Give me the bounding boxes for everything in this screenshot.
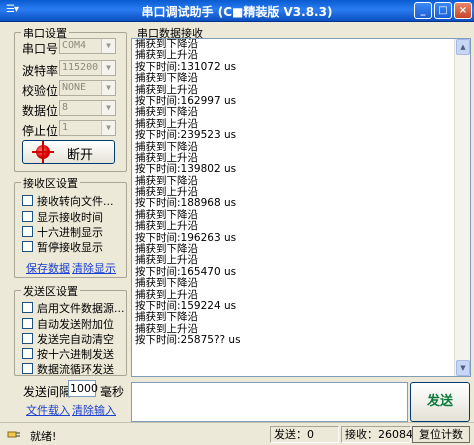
option-label: 自动发送附加位: [37, 318, 114, 331]
checkbox[interactable]: [22, 226, 33, 237]
status-bar: 就绪! 发送：0 接收：26084 复位计数: [0, 422, 474, 445]
vertical-scrollbar[interactable]: ▲ ▼: [454, 39, 470, 376]
receive-line: 捕获到下降沿: [135, 277, 198, 290]
checkbox[interactable]: [22, 241, 33, 252]
databits-value: 8: [62, 102, 69, 113]
receive-text-area[interactable]: 捕获到下降沿 捕获到上升沿 按下时间:131072 us 捕获到下降沿 捕获到上升沿 按下…: [131, 38, 471, 377]
baud-label: 波特率: [22, 64, 59, 78]
stopbits-select[interactable]: 1 ▼: [59, 120, 116, 136]
checkbox[interactable]: [22, 318, 33, 329]
stopbits-label: 停止位: [22, 124, 59, 138]
option-label: 启用文件数据源...: [37, 302, 125, 315]
window-title: 串口调试助手 (C■精装版 V3.8.3): [141, 5, 333, 19]
port-value: COM4: [62, 40, 87, 51]
main-client-area: 串口设置 串口号 COM4 ▼ 波特率 115200 ▼ 校验位 NONE ▼ …: [0, 22, 474, 422]
receive-line: 按下时间:25875?? us: [135, 334, 241, 347]
option-label: 接收转向文件...: [37, 195, 114, 208]
status-plug-icon: [7, 431, 20, 438]
checkbox[interactable]: [22, 348, 33, 359]
baud-value: 115200: [62, 62, 99, 73]
send-button[interactable]: 发送: [410, 382, 470, 422]
clear-display-link[interactable]: 清除显示: [72, 260, 116, 276]
title-bar: ☰▾ 串口调试助手 (C■精装版 V3.8.3) _ □ ×: [0, 0, 474, 22]
checkbox[interactable]: [22, 333, 33, 344]
databits-select[interactable]: 8 ▼: [59, 100, 116, 116]
option-label: 显示接收时间: [37, 211, 103, 224]
databits-label: 数据位: [22, 104, 59, 118]
send-interval-unit: 毫秒: [100, 385, 125, 399]
save-data-link[interactable]: 保存数据: [26, 260, 70, 276]
chevron-down-icon[interactable]: ▼: [101, 39, 115, 53]
option-label: 数据流循环发送: [37, 363, 114, 376]
receive-text-lines: 捕获到下降沿 捕获到上升沿 按下时间:131072 us 捕获到下降沿 捕获到上升沿 按下…: [135, 39, 241, 347]
open-close-port-button[interactable]: 断开: [22, 140, 115, 164]
close-button[interactable]: ×: [454, 2, 472, 19]
receive-line: 按下时间:139802 us: [135, 163, 237, 176]
received-count: 接收：26084: [341, 426, 413, 443]
checkbox[interactable]: [22, 195, 33, 206]
chevron-down-icon[interactable]: ▼: [101, 121, 115, 135]
scroll-up-icon[interactable]: ▲: [456, 39, 470, 55]
sent-count: 发送：0: [270, 426, 339, 443]
send-text-area[interactable]: [131, 382, 408, 422]
checkbox[interactable]: [22, 302, 33, 313]
chevron-down-icon[interactable]: ▼: [101, 81, 115, 95]
chevron-down-icon[interactable]: ▼: [101, 101, 115, 115]
maximize-button[interactable]: □: [434, 2, 452, 19]
receive-settings-title: 接收区设置: [21, 175, 80, 191]
receive-line: 按下时间:239523 us: [135, 129, 237, 142]
stopbits-value: 1: [62, 122, 69, 133]
scroll-down-icon[interactable]: ▼: [456, 360, 470, 376]
receive-line: 捕获到下降沿: [135, 72, 198, 85]
chevron-down-icon[interactable]: ▼: [101, 61, 115, 75]
port-status-led-icon: [32, 145, 54, 159]
parity-select[interactable]: NONE ▼: [59, 80, 116, 96]
option-label: 暂停接收显示: [37, 241, 103, 254]
send-settings-title: 发送区设置: [21, 283, 80, 299]
parity-value: NONE: [62, 82, 87, 93]
clear-input-link[interactable]: 清除输入: [72, 402, 116, 418]
load-file-link[interactable]: 文件载入: [26, 402, 70, 418]
option-label: 十六进制显示: [37, 226, 103, 239]
option-label: 按十六进制发送: [37, 348, 114, 361]
checkbox[interactable]: [22, 211, 33, 222]
checkbox[interactable]: [22, 363, 33, 374]
parity-label: 校验位: [22, 84, 59, 98]
status-ready-text: 就绪!: [30, 430, 57, 443]
option-label: 发送完自动清空: [37, 333, 114, 346]
baud-select[interactable]: 115200 ▼: [59, 60, 116, 76]
send-interval-label: 发送间隔: [23, 385, 72, 399]
port-label: 串口号: [22, 42, 59, 56]
receive-line: 捕获到上升沿: [135, 220, 198, 233]
minimize-button[interactable]: _: [414, 2, 432, 19]
reset-count-button[interactable]: 复位计数: [412, 426, 470, 443]
open-close-port-label: 断开: [67, 148, 94, 163]
port-select[interactable]: COM4 ▼: [59, 38, 116, 54]
send-interval-input[interactable]: 1000: [68, 380, 98, 397]
